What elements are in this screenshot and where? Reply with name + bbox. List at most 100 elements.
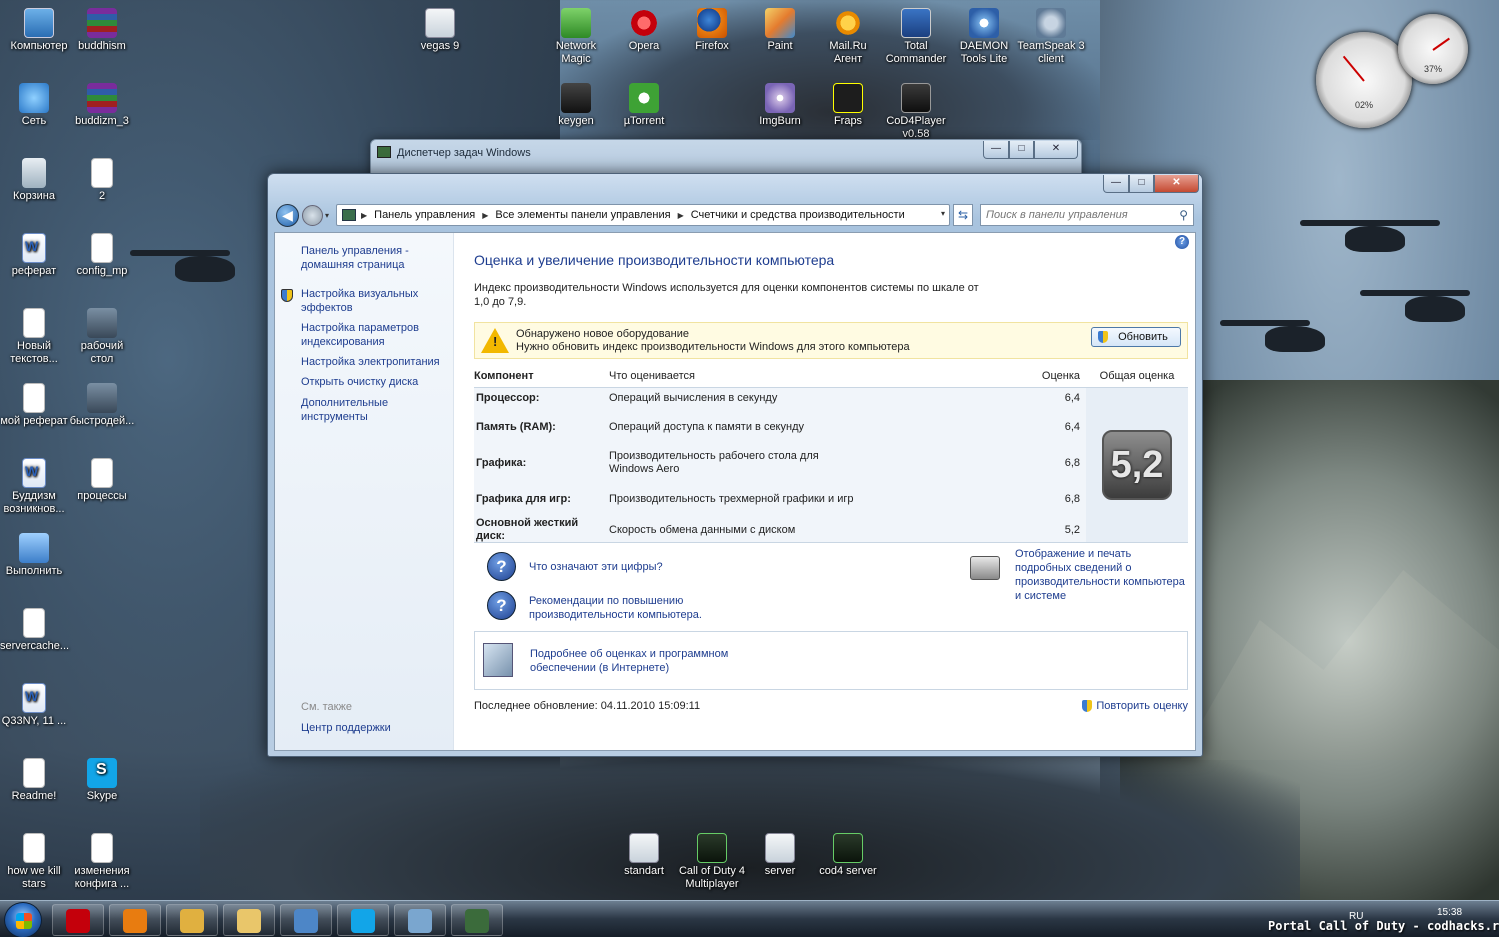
desktop-icon[interactable]: Корзина — [0, 158, 68, 203]
desktop-icon[interactable]: how we kill stars — [0, 833, 68, 891]
desktop-icon[interactable]: мой реферат — [0, 383, 68, 428]
taskbar-button[interactable] — [280, 904, 332, 936]
close-button[interactable]: ✕ — [1154, 175, 1199, 193]
desktop-icon[interactable]: Выполнить — [0, 533, 68, 578]
minimize-button[interactable]: — — [1103, 175, 1129, 193]
rerun-assessment-link[interactable]: Повторить оценку — [1082, 700, 1188, 712]
tm-close-button[interactable]: ✕ — [1034, 141, 1078, 159]
taskbar-button[interactable] — [109, 904, 161, 936]
desktop-icon[interactable]: config_mp — [68, 233, 136, 278]
desktop-icon[interactable]: Network Magic — [542, 8, 610, 66]
desktop-icon[interactable]: standart — [610, 833, 678, 878]
tm-maximize-button[interactable]: □ — [1009, 141, 1034, 159]
desktop-icon[interactable]: Firefox — [678, 8, 746, 53]
word-document-icon — [22, 683, 46, 713]
desktop-icon[interactable]: Total Commander — [882, 8, 950, 66]
breadcrumb-separator[interactable]: ▶ — [482, 211, 488, 220]
maximize-button[interactable]: □ — [1129, 175, 1154, 193]
breadcrumb-separator[interactable]: ▶ — [361, 211, 367, 220]
desktop-icon[interactable]: µTorrent — [610, 83, 678, 128]
desktop-icon[interactable]: Компьютер — [5, 8, 73, 53]
winrar-archive-icon — [87, 83, 117, 113]
desktop-icon[interactable]: vegas 9 — [406, 8, 474, 53]
desktop-icon[interactable]: 2 — [68, 158, 136, 203]
tm-minimize-button[interactable]: — — [983, 141, 1009, 159]
desktop-icon[interactable]: buddhism — [68, 8, 136, 53]
sidebar-support-center-link[interactable]: Центр поддержки — [301, 721, 446, 735]
sidebar-power-link[interactable]: Настройка электропитания — [301, 355, 446, 369]
opera-icon — [66, 909, 90, 933]
desktop-icon[interactable]: изменения конфига ... — [68, 833, 136, 891]
desktop-icon[interactable]: быстродей... — [68, 383, 136, 428]
desktop-icon[interactable]: ImgBurn — [746, 83, 814, 128]
sidebar-disk-cleanup-link[interactable]: Открыть очистку диска — [301, 375, 446, 389]
taskbar-button[interactable] — [451, 904, 503, 936]
recent-pages-dropdown[interactable]: ▾ — [325, 211, 329, 220]
score-value: 6,8 — [1041, 481, 1086, 517]
search-box[interactable]: ⚲ — [980, 204, 1194, 226]
sidebar-indexing-link[interactable]: Настройка параметров индексирования — [301, 321, 446, 349]
desktop-icon[interactable]: Mail.Ru Агент — [814, 8, 882, 66]
breadcrumb-performance[interactable]: Счетчики и средства производительности — [691, 209, 905, 221]
firefox-icon — [123, 909, 147, 933]
desktop-icon[interactable]: Fraps — [814, 83, 882, 128]
performance-window[interactable]: — □ ✕ ◀ ▾ ▶ Панель управления ▶ Все элемент… — [267, 173, 1203, 757]
breadcrumb-all-items[interactable]: Все элементы панели управления — [495, 209, 670, 221]
utorrent-icon — [629, 83, 659, 113]
desktop-icon[interactable]: Call of Duty 4 Multiplayer — [678, 833, 746, 891]
forward-button[interactable] — [302, 205, 323, 226]
print-details-link[interactable]: Отображение и печать подробных сведений … — [1015, 547, 1190, 603]
control-panel-icon — [294, 909, 318, 933]
taskbar-button[interactable] — [52, 904, 104, 936]
desktop-icon[interactable]: Сеть — [0, 83, 68, 128]
desktop-icon[interactable]: CoD4Player v0.58 — [882, 83, 950, 141]
sidebar-visual-effects-link[interactable]: Настройка визуальных эффектов — [301, 287, 446, 315]
desktop-icon[interactable]: Skype — [68, 758, 136, 803]
address-bar[interactable]: ▶ Панель управления ▶ Все элементы панели у… — [336, 204, 950, 226]
taskbar-button[interactable] — [394, 904, 446, 936]
refresh-button[interactable]: ⇆ — [953, 204, 973, 226]
search-input[interactable] — [986, 206, 1166, 224]
desktop-icon[interactable]: Новый текстов... — [0, 308, 68, 366]
sidebar-advanced-tools-link[interactable]: Дополнительные инструменты — [301, 396, 446, 424]
what-numbers-link[interactable]: Что означают эти цифры? — [529, 560, 663, 574]
clock[interactable]: 15:38 — [1437, 907, 1462, 918]
desktop-icon[interactable]: процессы — [68, 458, 136, 503]
start-button[interactable] — [4, 902, 42, 937]
online-info-link[interactable]: Подробнее об оценках и программном обесп… — [530, 647, 735, 675]
desktop-icon[interactable]: cod4 server — [814, 833, 882, 878]
taskbar-button[interactable] — [166, 904, 218, 936]
address-dropdown[interactable]: ▾ — [941, 209, 945, 218]
desktop-icon-label: Network Magic — [555, 40, 597, 65]
desktop-icon[interactable]: buddizm_3 — [68, 83, 136, 128]
breadcrumb-control-panel[interactable]: Панель управления — [374, 209, 475, 221]
desktop-icon-label: CoD4Player v0.58 — [886, 115, 946, 140]
desktop-icon[interactable]: Opera — [610, 8, 678, 53]
desktop-icon[interactable]: Paint — [746, 8, 814, 53]
desktop-icon[interactable]: servercache... — [0, 608, 69, 653]
update-button[interactable]: Обновить — [1091, 327, 1181, 347]
desktop-icon-label: how we kill stars — [7, 865, 61, 890]
search-icon[interactable]: ⚲ — [1179, 208, 1188, 222]
breadcrumb-separator[interactable]: ▶ — [678, 211, 684, 220]
desktop-icon[interactable]: реферат — [0, 233, 68, 278]
desktop-icon[interactable]: Readme! — [0, 758, 68, 803]
taskbar-button[interactable] — [337, 904, 389, 936]
recommendations-link[interactable]: Рекомендации по повышению производительн… — [529, 594, 714, 622]
printer-icon — [970, 556, 1000, 580]
help-icon[interactable]: ? — [1175, 235, 1189, 249]
taskbar-button[interactable] — [223, 904, 275, 936]
desktop-icon[interactable]: DAEMON Tools Lite — [950, 8, 1018, 66]
desktop-icon[interactable]: Q33NY, 11 ... — [0, 683, 68, 728]
desktop-icon[interactable]: server — [746, 833, 814, 878]
desktop-icon[interactable]: TeamSpeak 3 client — [1017, 8, 1085, 66]
sidebar-home-link[interactable]: Панель управления - домашняя страница — [301, 244, 446, 272]
desktop-icon[interactable]: Буддизм возникнов... — [0, 458, 68, 516]
memory-meter-gadget[interactable]: 37% — [1398, 14, 1468, 84]
desktop-icon[interactable]: рабочий стол — [68, 308, 136, 366]
network-icon — [19, 83, 49, 113]
back-button[interactable]: ◀ — [276, 204, 299, 227]
score-description: Производительность рабочего стола для Wi… — [609, 445, 859, 481]
desktop-icon-label: Call of Duty 4 Multiplayer — [678, 865, 746, 890]
desktop-icon[interactable]: keygen — [542, 83, 610, 128]
